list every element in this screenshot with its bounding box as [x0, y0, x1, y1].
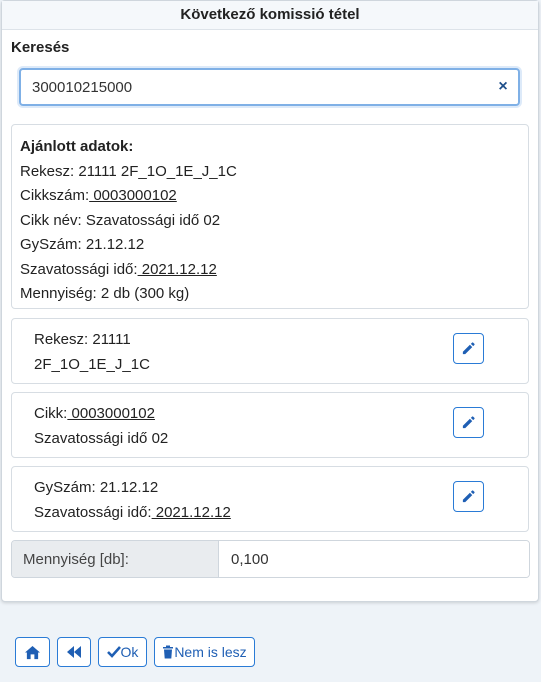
- cikkszam-label: Cikkszám:: [20, 187, 90, 204]
- panel-title: Következő komissió tétel: [2, 1, 538, 30]
- gyszam-card: GySzám: 21.12.12 Szavatossági idő: 2021.…: [11, 466, 529, 532]
- ok-button[interactable]: Ok: [98, 637, 147, 667]
- suggested-title: Ajánlott adatok:: [20, 138, 134, 155]
- fast-backward-icon: [67, 646, 81, 658]
- cancel-button[interactable]: Nem is lesz: [154, 637, 255, 667]
- rekesz-line1: Rekesz: 21111: [34, 331, 131, 348]
- pencil-icon: [462, 490, 475, 503]
- cikk-label: Cikk:: [34, 405, 68, 422]
- gyszam-line1: GySzám: 21.12.12: [34, 479, 159, 496]
- pencil-icon: [462, 416, 475, 429]
- search-field[interactable]: ×: [19, 68, 520, 106]
- edit-gyszam-button[interactable]: [453, 481, 484, 512]
- back-button[interactable]: [57, 637, 91, 667]
- suggested-data-card: Ajánlott adatok: Rekesz: 21111 2F_1O_1E_…: [11, 124, 529, 309]
- edit-rekesz-button[interactable]: [453, 333, 484, 364]
- suggested-szavatossag: Szavatossági idő: 2021.12.12: [20, 258, 520, 283]
- rekesz-card: Rekesz: 21111 2F_1O_1E_J_1C: [11, 318, 529, 384]
- cikk-line1: Cikk: 0003000102: [34, 402, 506, 427]
- quantity-label: Mennyiség [db]:: [12, 541, 219, 577]
- home-icon: [25, 645, 40, 659]
- suggested-cikkszam: Cikkszám: 0003000102: [20, 184, 520, 209]
- quantity-field: Mennyiség [db]:: [11, 540, 530, 578]
- cikk-link[interactable]: 0003000102: [67, 405, 155, 422]
- search-input[interactable]: [21, 77, 488, 97]
- gyszam-line2: Szavatossági idő: 2021.12.12: [34, 501, 506, 526]
- quantity-input[interactable]: [219, 541, 529, 577]
- szavatossag-item-link[interactable]: 2021.12.12: [152, 504, 231, 521]
- check-icon: [106, 646, 121, 658]
- suggested-cikk-nev: Cikk név: Szavatossági idő 02: [20, 211, 221, 229]
- szavatossag-item-label: Szavatossági idő:: [34, 503, 152, 521]
- szavatossag-label: Szavatossági idő:: [20, 260, 138, 278]
- trash-icon: [163, 645, 174, 659]
- cancel-label: Nem is lesz: [174, 644, 247, 660]
- cikk-card: Cikk: 0003000102 Szavatossági idő 02: [11, 392, 529, 458]
- suggested-rekesz: Rekesz: 21111 2F_1O_1E_J_1C: [20, 162, 237, 180]
- suggested-gyszam: GySzám: 21.12.12: [20, 236, 145, 253]
- suggested-mennyiseg: Mennyiség: 2 db (300 kg): [20, 285, 190, 302]
- pencil-icon: [462, 342, 475, 355]
- cikk-line2: Szavatossági idő 02: [34, 429, 169, 447]
- commission-panel: Következő komissió tétel Keresés × Ajánl…: [1, 0, 539, 602]
- edit-cikk-button[interactable]: [453, 407, 484, 438]
- bottom-toolbar: Ok Nem is lesz: [15, 637, 255, 667]
- rekesz-line2: 2F_1O_1E_J_1C: [34, 355, 150, 373]
- search-label: Keresés: [11, 39, 70, 56]
- szavatossag-link[interactable]: 2021.12.12: [138, 261, 217, 278]
- clear-icon[interactable]: ×: [488, 78, 518, 96]
- home-button[interactable]: [15, 637, 50, 667]
- cikkszam-link[interactable]: 0003000102: [89, 187, 176, 204]
- ok-label: Ok: [120, 644, 139, 660]
